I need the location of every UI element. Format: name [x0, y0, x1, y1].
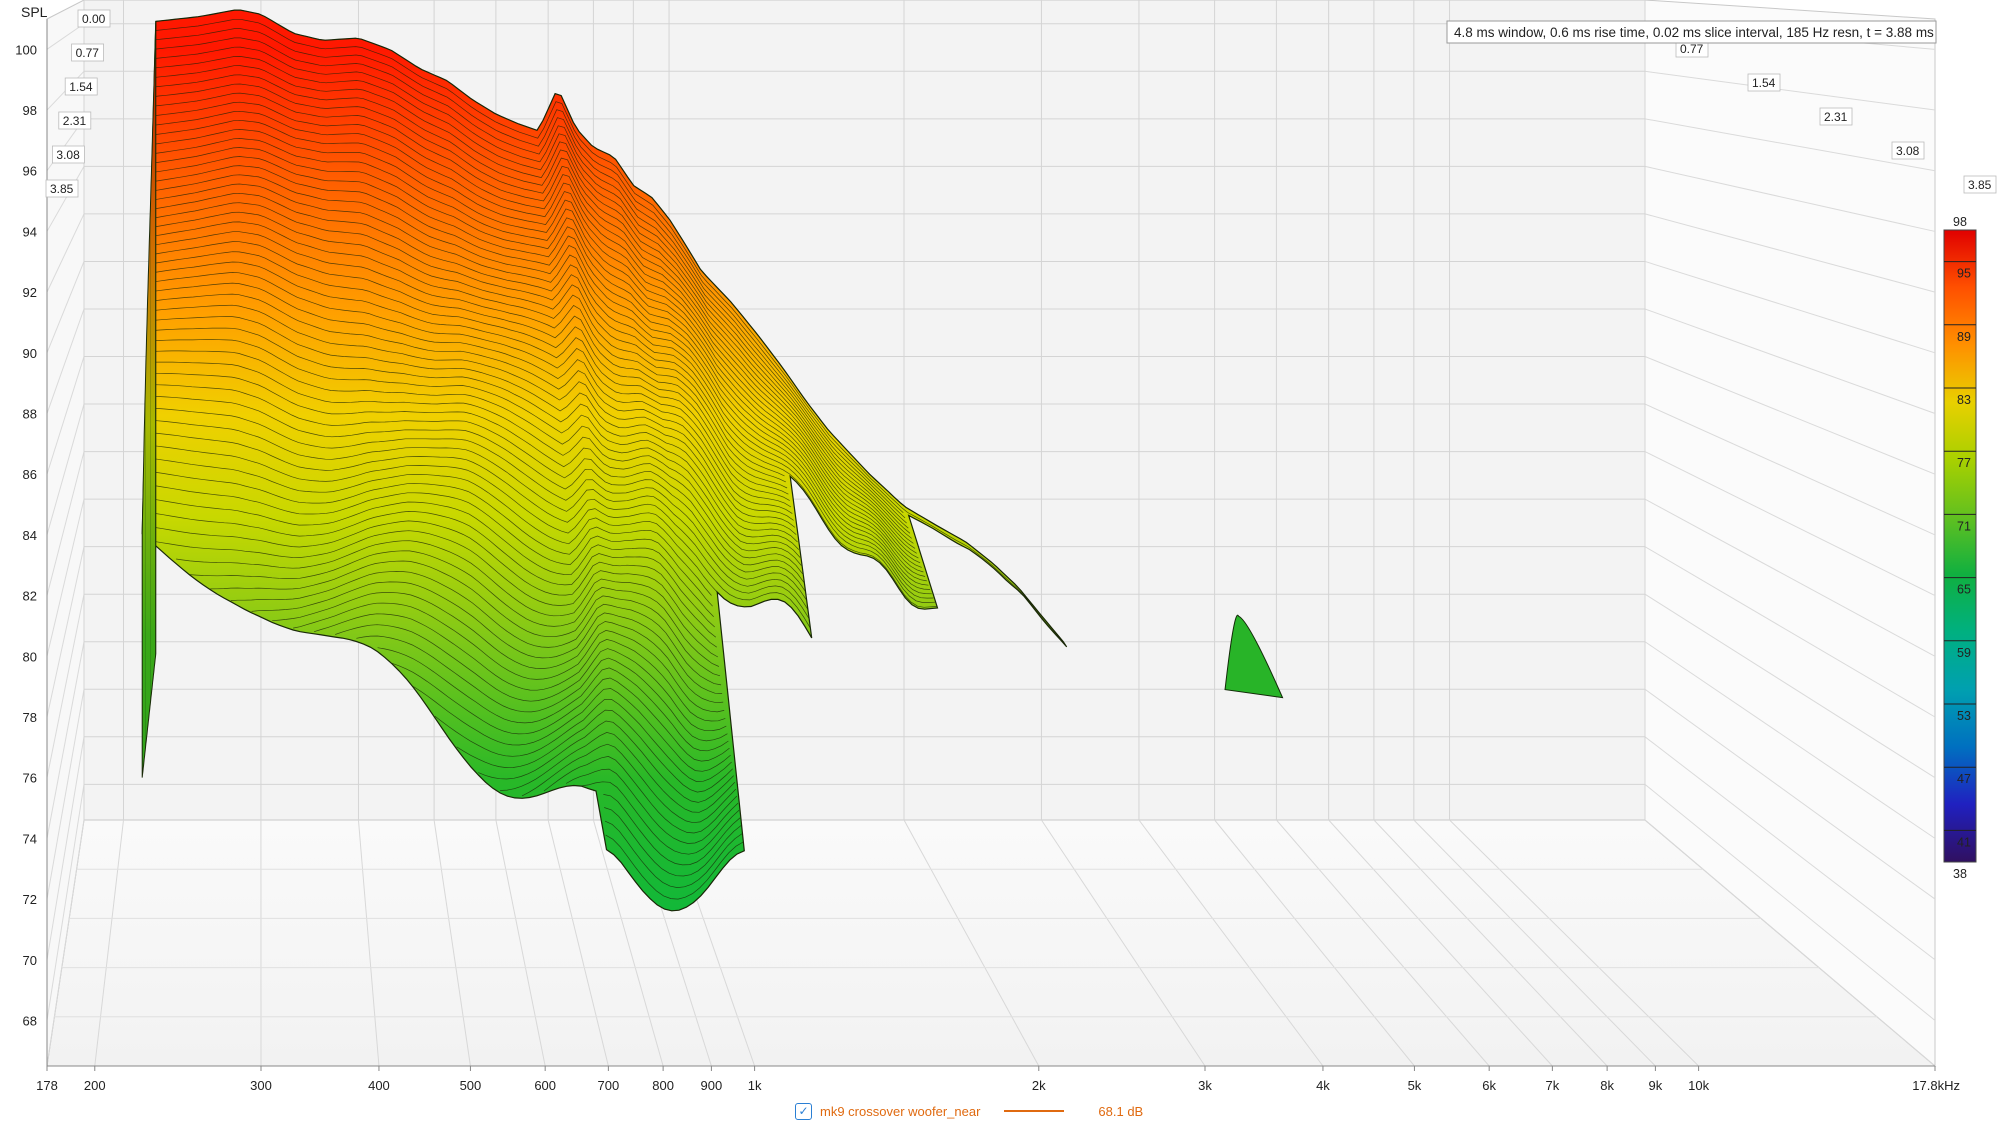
y-tick-label: 84: [23, 528, 37, 543]
time-tick-right: 2.31: [1819, 107, 1853, 126]
x-tick-label: 178: [36, 1078, 58, 1093]
colorbar-label: 89: [1957, 330, 1971, 344]
y-tick-label: 72: [23, 892, 37, 907]
colorbar-label: 83: [1957, 393, 1971, 407]
time-tick-left: 2.31: [58, 111, 92, 130]
time-tick-left: 0.00: [77, 9, 111, 28]
colorbar-label: 65: [1957, 583, 1971, 597]
x-tick-label: 600: [534, 1078, 556, 1093]
x-tick-label: 9k: [1649, 1078, 1663, 1093]
svg-text:4.8 ms window, 0.6 ms rise tim: 4.8 ms window, 0.6 ms rise time, 0.02 ms…: [1454, 25, 1934, 40]
time-tick-label: 0.77: [1680, 42, 1704, 56]
time-tick-label: 0.77: [76, 46, 100, 60]
x-tick-label: 2k: [1032, 1078, 1046, 1093]
colorbar-label: 59: [1957, 646, 1971, 660]
x-tick-label: 500: [460, 1078, 482, 1093]
y-tick-label: 98: [23, 103, 37, 118]
x-tick-label: 900: [701, 1078, 723, 1093]
x-tick-label: 8k: [1600, 1078, 1614, 1093]
x-tick-label: 4k: [1316, 1078, 1330, 1093]
time-tick-left: 1.54: [64, 77, 98, 96]
spl-axis-label: SPL: [21, 4, 48, 20]
time-tick-label: 3.85: [1968, 178, 1992, 192]
time-tick-label: 0.00: [82, 12, 106, 26]
colorbar-label: 77: [1957, 456, 1971, 470]
waterfall-chart: 100 98 96 94 92 90 88 86 84 82 80 78 76 74 72 70 68 178 20…: [15, 0, 1997, 1093]
time-tick-label: 3.08: [1896, 144, 1920, 158]
x-tick-label: 200: [84, 1078, 106, 1093]
y-tick-label: 80: [23, 649, 37, 664]
x-tick-label: 7k: [1546, 1078, 1560, 1093]
time-tick-label: 2.31: [63, 114, 87, 128]
x-tick-label: 1k: [748, 1078, 762, 1093]
time-tick-right: 1.54: [1747, 73, 1781, 92]
time-tick-label: 3.08: [56, 148, 80, 162]
x-tick-label: 300: [250, 1078, 272, 1093]
time-tick-right: 3.85: [1963, 175, 1997, 194]
y-tick-label: 70: [23, 953, 37, 968]
x-tick-label: 10k: [1688, 1078, 1709, 1093]
legend: ✓ mk9 crossover woofer_near 68.1 dB: [795, 1099, 1143, 1123]
y-tick-label: 96: [23, 164, 37, 179]
y-tick-label: 94: [23, 224, 37, 239]
y-tick-label: 74: [23, 831, 37, 846]
y-tick-label: 100: [15, 42, 37, 57]
y-tick-label: 78: [23, 710, 37, 725]
series-level: 68.1 dB: [1098, 1103, 1144, 1119]
window-info-box: 4.8 ms window, 0.6 ms rise time, 0.02 ms…: [1446, 20, 1937, 44]
time-tick-label: 2.31: [1824, 110, 1848, 124]
y-tick-label: 68: [23, 1013, 37, 1028]
colorbar-label: 98: [1953, 215, 1967, 229]
x-tick-label: 700: [598, 1078, 620, 1093]
x-tick-label: 17.8kHz: [1912, 1078, 1960, 1093]
x-tick-label: 3k: [1198, 1078, 1212, 1093]
y-tick-label: 86: [23, 467, 37, 482]
y-tick-label: 82: [23, 589, 37, 604]
colorbar-label: 41: [1957, 835, 1971, 849]
x-tick-label: 400: [368, 1078, 390, 1093]
series-name: mk9 crossover woofer_near: [820, 1103, 981, 1119]
y-tick-label: 76: [23, 771, 37, 786]
time-tick-label: 1.54: [1752, 76, 1776, 90]
y-tick-label: 92: [23, 285, 37, 300]
colorbar-label: 71: [1957, 519, 1971, 533]
colorbar-label: 47: [1957, 772, 1971, 786]
floor-plane: [46, 819, 1937, 1067]
colorbar-label: 95: [1957, 267, 1971, 281]
time-tick-left: 3.08: [52, 145, 85, 164]
colorbar-label: 53: [1957, 709, 1971, 723]
x-tick-label: 5k: [1408, 1078, 1422, 1093]
time-tick-label: 3.85: [50, 182, 74, 196]
x-tick-label: 800: [652, 1078, 674, 1093]
y-tick-label: 90: [23, 346, 37, 361]
time-tick-label: 1.54: [69, 80, 93, 94]
colorbar: 98 95 89 83 77 71 65 59 53 47 41 38: [1943, 215, 1977, 881]
time-tick-left: 3.85: [45, 179, 79, 198]
x-tick-label: 6k: [1482, 1078, 1496, 1093]
time-tick-left: 0.77: [71, 43, 104, 62]
series-checkbox[interactable]: ✓: [795, 1102, 812, 1120]
series-color-swatch: [1004, 1110, 1065, 1112]
svg-text:SPL: SPL: [21, 4, 48, 20]
time-tick-right: 3.08: [1891, 141, 1925, 160]
colorbar-label: 38: [1953, 867, 1967, 881]
y-tick-label: 88: [23, 407, 37, 422]
